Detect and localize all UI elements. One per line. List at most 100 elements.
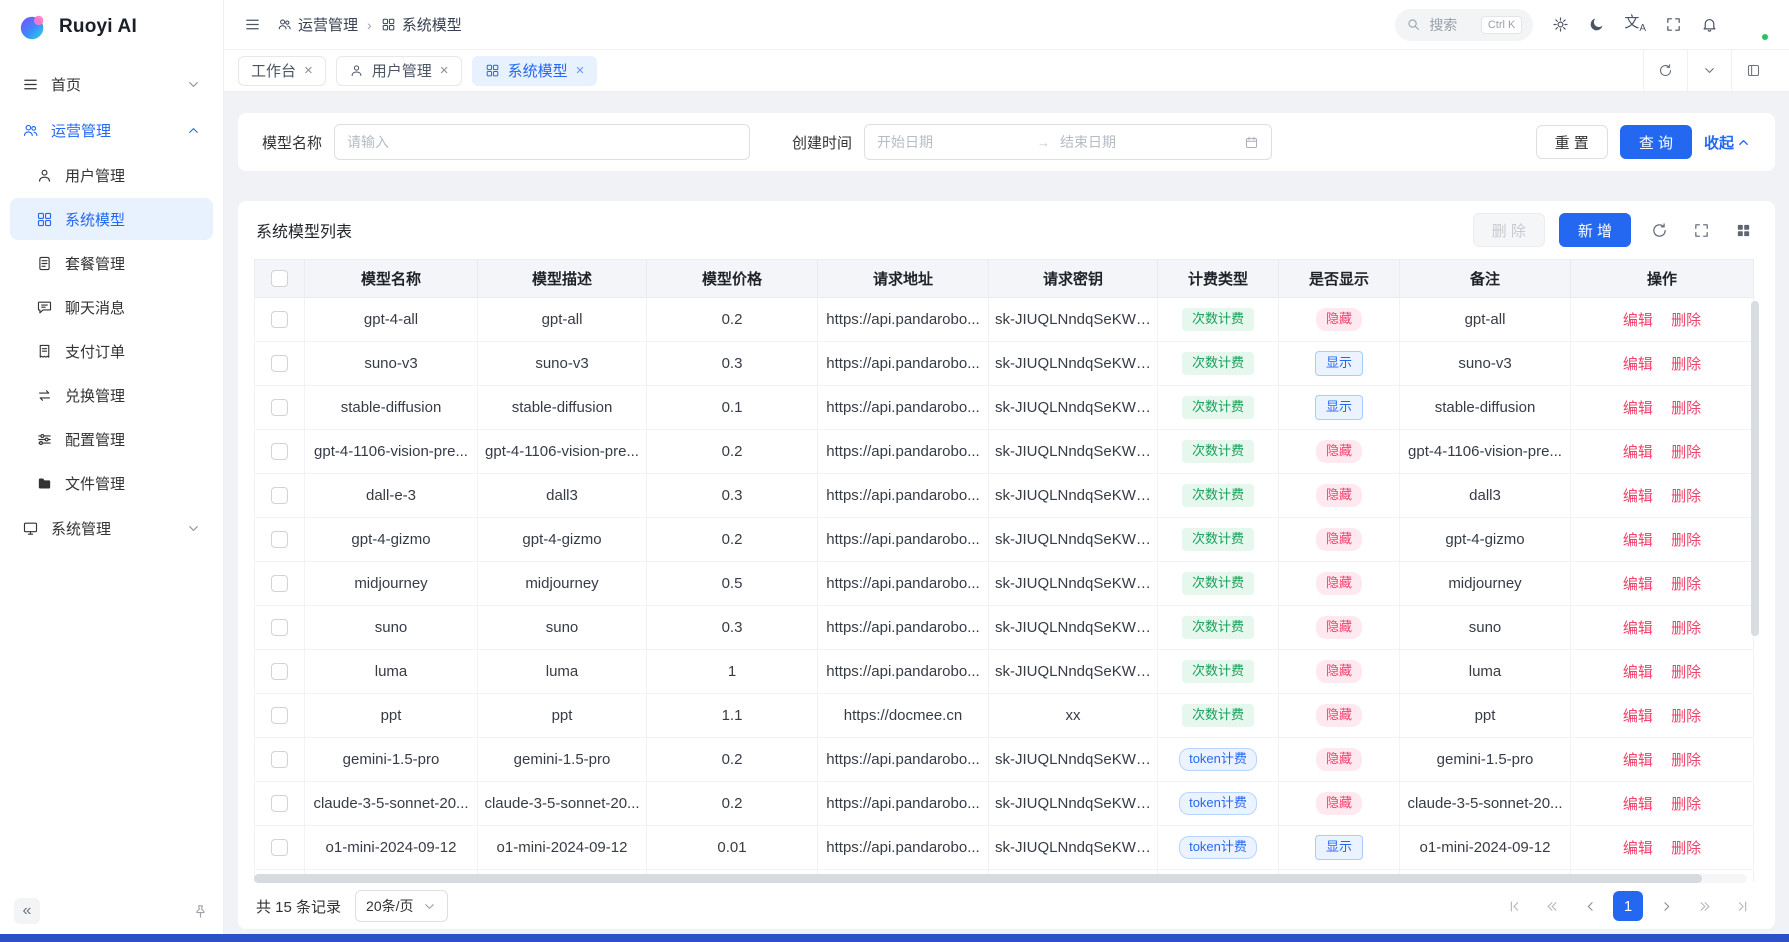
delete-link[interactable]: 删除 — [1671, 664, 1701, 681]
tab-user-management[interactable]: 用户管理 × — [336, 56, 462, 86]
column-settings-button[interactable] — [1729, 216, 1757, 244]
next-5-pages-button[interactable] — [1689, 891, 1719, 921]
edit-link[interactable]: 编辑 — [1623, 532, 1653, 549]
sidebar-item-plan-management[interactable]: 套餐管理 — [10, 242, 213, 284]
sidebar-item-label: 系统模型 — [65, 209, 125, 230]
delete-link[interactable]: 删除 — [1671, 312, 1701, 329]
close-icon[interactable]: × — [440, 63, 449, 78]
end-date-input[interactable] — [1060, 134, 1210, 150]
sidebar-item-home[interactable]: 首页 — [10, 62, 213, 106]
sidebar-item-user-management[interactable]: 用户管理 — [10, 154, 213, 196]
sidebar-collapse-button[interactable]: « — [14, 898, 40, 924]
vertical-scrollbar-thumb[interactable] — [1751, 301, 1759, 636]
model-name-input[interactable] — [334, 124, 750, 160]
close-icon[interactable]: × — [576, 63, 585, 78]
horizontal-scrollbar-thumb[interactable] — [254, 874, 1702, 883]
edit-link[interactable]: 编辑 — [1623, 796, 1653, 813]
dark-mode-toggle[interactable] — [1588, 16, 1605, 33]
content-fullscreen-button[interactable] — [1731, 50, 1775, 91]
collapse-filters-link[interactable]: 收起 — [1704, 132, 1751, 153]
edit-link[interactable]: 编辑 — [1623, 444, 1653, 461]
table-refresh-button[interactable] — [1645, 216, 1673, 244]
row-checkbox[interactable] — [271, 619, 288, 636]
sidebar-item-payment-orders[interactable]: 支付订单 — [10, 330, 213, 372]
logo[interactable]: Ruoyi AI — [0, 0, 223, 54]
prev-5-pages-button[interactable] — [1537, 891, 1567, 921]
sidebar-item-file-management[interactable]: 文件管理 — [10, 462, 213, 504]
next-page-button[interactable] — [1651, 891, 1681, 921]
delete-link[interactable]: 删除 — [1671, 444, 1701, 461]
delete-link[interactable]: 删除 — [1671, 708, 1701, 725]
sidebar-item-chat-messages[interactable]: 聊天消息 — [10, 286, 213, 328]
edit-link[interactable]: 编辑 — [1623, 312, 1653, 329]
sidebar-item-exchange-management[interactable]: 兑换管理 — [10, 374, 213, 416]
sidebar-item-operations[interactable]: 运营管理 — [10, 108, 213, 152]
settings-button[interactable] — [1552, 16, 1569, 33]
select-all-checkbox[interactable] — [271, 270, 288, 287]
row-checkbox[interactable] — [271, 399, 288, 416]
delete-link[interactable]: 删除 — [1671, 532, 1701, 549]
notifications-button[interactable] — [1701, 16, 1718, 33]
edit-link[interactable]: 编辑 — [1623, 576, 1653, 593]
edit-link[interactable]: 编辑 — [1623, 400, 1653, 417]
cell-request-url: https://api.pandarobo... — [818, 298, 989, 342]
start-date-input[interactable] — [877, 134, 1027, 150]
query-button[interactable]: 查 询 — [1620, 125, 1692, 159]
tab-system-models[interactable]: 系统模型 × — [472, 56, 598, 86]
add-button[interactable]: 新 增 — [1559, 213, 1631, 247]
pin-icon[interactable] — [192, 903, 209, 920]
last-page-button[interactable] — [1727, 891, 1757, 921]
delete-link[interactable]: 删除 — [1671, 840, 1701, 857]
row-checkbox[interactable] — [271, 355, 288, 372]
delete-link[interactable]: 删除 — [1671, 752, 1701, 769]
first-page-button[interactable] — [1499, 891, 1529, 921]
edit-link[interactable]: 编辑 — [1623, 664, 1653, 681]
row-checkbox[interactable] — [271, 795, 288, 812]
sidebar-item-system-models[interactable]: 系统模型 — [10, 198, 213, 240]
edit-link[interactable]: 编辑 — [1623, 752, 1653, 769]
delete-link[interactable]: 删除 — [1671, 620, 1701, 637]
row-checkbox[interactable] — [271, 443, 288, 460]
delete-link[interactable]: 删除 — [1671, 488, 1701, 505]
tab-refresh-button[interactable] — [1643, 50, 1687, 91]
hamburger-menu-icon[interactable] — [244, 16, 261, 33]
row-checkbox[interactable] — [271, 531, 288, 548]
edit-link[interactable]: 编辑 — [1623, 708, 1653, 725]
breadcrumb-item-system-models[interactable]: 系统模型 — [381, 14, 462, 35]
vertical-scrollbar[interactable] — [1751, 301, 1759, 861]
delete-link[interactable]: 删除 — [1671, 576, 1701, 593]
current-page-button[interactable]: 1 — [1613, 891, 1643, 921]
sidebar-item-system-management[interactable]: 系统管理 — [10, 506, 213, 550]
breadcrumb-item-operations[interactable]: 运营管理 — [277, 14, 358, 35]
prev-page-button[interactable] — [1575, 891, 1605, 921]
delete-link[interactable]: 删除 — [1671, 400, 1701, 417]
reset-button[interactable]: 重 置 — [1536, 125, 1608, 159]
user-avatar[interactable] — [1737, 9, 1769, 41]
table-fullscreen-button[interactable] — [1687, 216, 1715, 244]
edit-link[interactable]: 编辑 — [1623, 356, 1653, 373]
batch-delete-button[interactable]: 删 除 — [1473, 213, 1545, 247]
delete-link[interactable]: 删除 — [1671, 796, 1701, 813]
delete-link[interactable]: 删除 — [1671, 356, 1701, 373]
row-checkbox[interactable] — [271, 487, 288, 504]
sidebar-item-config-management[interactable]: 配置管理 — [10, 418, 213, 460]
row-checkbox[interactable] — [271, 663, 288, 680]
row-checkbox[interactable] — [271, 311, 288, 328]
fullscreen-button[interactable] — [1665, 16, 1682, 33]
row-checkbox[interactable] — [271, 839, 288, 856]
edit-link[interactable]: 编辑 — [1623, 620, 1653, 637]
page-size-select[interactable]: 20条/页 — [355, 890, 447, 922]
translate-icon[interactable]: 文A — [1624, 15, 1646, 34]
edit-link[interactable]: 编辑 — [1623, 488, 1653, 505]
search-icon — [1406, 17, 1421, 32]
row-checkbox[interactable] — [271, 707, 288, 724]
tab-workbench[interactable]: 工作台 × — [238, 56, 326, 86]
row-checkbox[interactable] — [271, 751, 288, 768]
date-range-picker[interactable]: → — [864, 124, 1272, 160]
close-icon[interactable]: × — [304, 63, 313, 78]
edit-link[interactable]: 编辑 — [1623, 840, 1653, 857]
horizontal-scrollbar[interactable] — [254, 874, 1747, 883]
tab-menu-button[interactable] — [1687, 50, 1731, 91]
global-search[interactable]: 搜索 Ctrl K — [1395, 9, 1533, 41]
row-checkbox[interactable] — [271, 575, 288, 592]
